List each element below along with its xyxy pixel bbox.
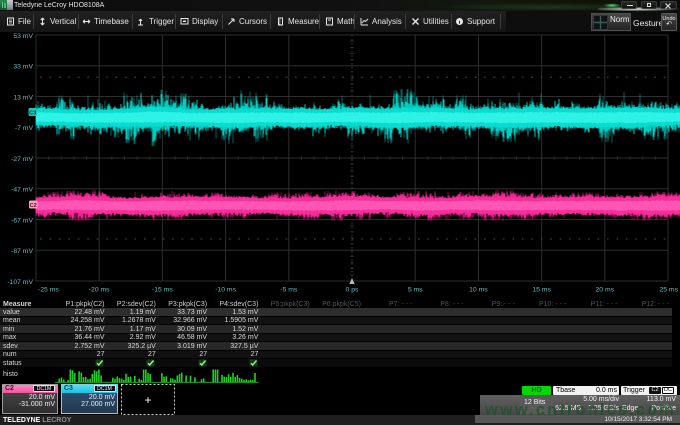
svg-text:-67 mV: -67 mV	[11, 217, 33, 224]
svg-text:13 mV: 13 mV	[13, 94, 33, 101]
svg-text:20 ms: 20 ms	[596, 287, 615, 294]
svg-text:-25 ms: -25 ms	[38, 287, 59, 294]
svg-text:-15 ms: -15 ms	[152, 287, 173, 294]
svg-text:15 ms: 15 ms	[532, 287, 551, 294]
svg-text:-5 ms: -5 ms	[280, 287, 298, 294]
svg-text:-20 ms: -20 ms	[89, 287, 110, 294]
svg-text:10 ms: 10 ms	[469, 287, 488, 294]
svg-text:53 mV: 53 mV	[13, 33, 33, 40]
svg-text:C2: C2	[30, 203, 37, 209]
svg-text:25 ms: 25 ms	[659, 287, 678, 294]
svg-text:-87 mV: -87 mV	[11, 248, 33, 255]
svg-text:0 ps: 0 ps	[346, 287, 359, 294]
svg-text:+: +	[144, 393, 151, 407]
svg-text:C3: C3	[29, 110, 36, 116]
svg-text:-107 mV: -107 mV	[7, 279, 33, 286]
svg-text:5 ms: 5 ms	[408, 287, 423, 294]
svg-text:-7 mV: -7 mV	[15, 125, 34, 132]
svg-text:-10 ms: -10 ms	[215, 287, 236, 294]
svg-text:33 mV: 33 mV	[13, 64, 33, 71]
svg-text:-27 mV: -27 mV	[11, 156, 33, 163]
svg-text:-47 mV: -47 mV	[11, 187, 33, 194]
